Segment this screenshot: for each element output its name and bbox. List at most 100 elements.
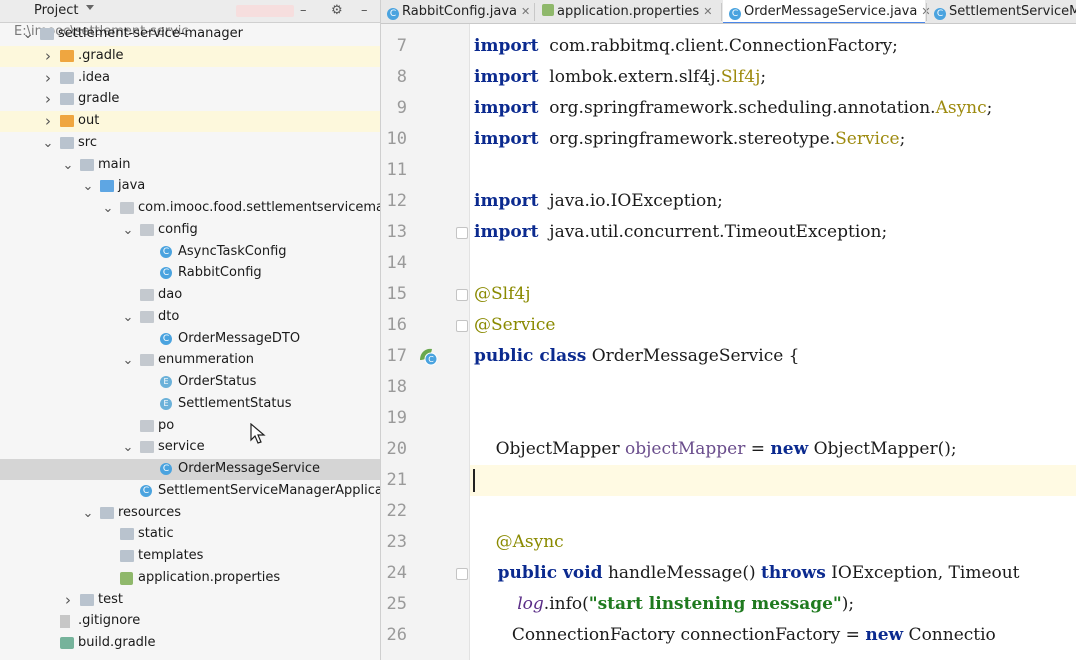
tree-item[interactable]: › gradle [0,89,380,110]
chevron-right-icon[interactable]: › [62,590,74,611]
chevron-down-icon[interactable]: ⌄ [42,133,54,154]
code-line[interactable]: ConnectionFactory connectionFactory = ne… [474,620,996,651]
code-line[interactable]: public class OrderMessageService { [474,341,800,372]
tree-item[interactable]: ⌄ src [0,133,380,154]
editor-tab[interactable]: C RabbitConfig.java ✕ [381,0,533,23]
editor-tab[interactable]: COrderMessageService.java✕ [723,0,931,23]
chevron-down-icon[interactable]: ⌄ [122,307,134,328]
tree-item[interactable]: ⌄ enummeration [0,350,380,371]
fold-start-icon[interactable] [456,568,468,580]
chevron-right-icon[interactable]: › [42,68,54,89]
tree-item[interactable]: › .gradle [0,46,380,67]
gear-icon[interactable]: ⚙ [331,2,343,20]
code-line[interactable]: import org.springframework.stereotype.Se… [474,124,905,155]
tree-item-label: dto [158,309,180,324]
close-icon[interactable]: ✕ [521,5,530,18]
code-token: lombok.extern.slf4j. [538,67,721,87]
tree-item[interactable]: templates [0,546,380,567]
tab-separator [721,3,722,21]
tree-item[interactable]: static [0,524,380,545]
chevron-right-icon[interactable]: › [42,46,54,67]
chevron-right-icon[interactable]: › [42,89,54,110]
fold-end-icon[interactable] [456,320,468,332]
chevron-down-icon[interactable]: ⌄ [122,220,134,241]
code-line[interactable]: @Service [474,310,555,341]
line-number: 21 [386,470,407,490]
chevron-down-icon[interactable]: ⌄ [122,437,134,458]
tree-item[interactable]: › test [0,590,380,611]
tree-item[interactable]: ⌄ service [0,437,380,458]
class-icon: C [387,8,399,20]
tree-item[interactable]: build.gradle [0,633,380,654]
editor-tab[interactable]: application.properties ✕ [536,0,720,23]
tree-item[interactable]: C AsyncTaskConfig [0,242,380,263]
spring-class-icon: C [140,485,152,497]
tree-item[interactable]: › .idea [0,68,380,89]
tab-label: RabbitConfig.java [402,4,518,19]
tree-item[interactable]: ⌄ resources [0,503,380,524]
tree-item[interactable]: dao [0,285,380,306]
line-number: 14 [386,253,407,273]
code-line[interactable]: log.info("start linstening message"); [474,589,854,620]
tree-item[interactable]: po [0,416,380,437]
chevron-down-icon[interactable]: ⌄ [122,350,134,371]
hide-panel-icon[interactable]: – [361,2,368,20]
tree-item[interactable]: ⌄ settlement-service-manager E:\imooc\sett… [0,24,380,45]
close-icon[interactable]: ✕ [703,5,712,18]
tab-separator [534,3,535,21]
code-token: Service [835,129,900,149]
editor-tab[interactable]: C SettlementServiceMa [928,0,1076,23]
code-line[interactable]: public void handleMessage() throws IOExc… [474,558,1020,589]
line-number: 17 [386,346,407,366]
tree-item-label: .gradle [78,48,124,63]
tree-item[interactable]: C RabbitConfig [0,263,380,284]
chevron-right-icon[interactable]: › [42,111,54,132]
code-line[interactable]: import org.springframework.scheduling.an… [474,93,992,124]
tree-item[interactable]: ⌄ com.imooc.food.settlementservicemanage [0,198,380,219]
code-line[interactable]: @Slf4j [474,279,530,310]
chevron-down-icon[interactable]: ⌄ [62,155,74,176]
tab-separator [926,3,927,21]
code-line[interactable]: import java.util.concurrent.TimeoutExcep… [474,217,887,248]
svg-text:C: C [428,355,434,364]
folder-blue-icon [100,180,114,192]
class-icon: C [160,333,172,345]
tree-item[interactable]: ⌄ java [0,176,380,197]
code-token: throws [761,563,826,583]
chevron-down-icon[interactable]: ⌄ [102,198,114,219]
tree-item[interactable]: ⌄ main [0,155,380,176]
code-token: import [474,129,539,149]
tree-item-label: com.imooc.food.settlementservicemanage [138,200,380,215]
tree-item[interactable]: application.properties [0,568,380,589]
line-number: 18 [386,377,407,397]
tree-item[interactable]: C OrderMessageService [0,459,380,480]
line-number: 10 [386,129,407,149]
project-view-selector[interactable]: Project [34,3,78,18]
tree-item[interactable]: E SettlementStatus [0,394,380,415]
code-line[interactable]: import com.rabbitmq.client.ConnectionFac… [474,31,898,62]
code-token: .info( [543,594,589,614]
code-line[interactable]: import java.io.IOException; [474,186,723,217]
chevron-down-icon[interactable] [86,5,94,10]
code-token: public class [474,346,587,366]
tree-item[interactable]: C OrderMessageDTO [0,329,380,350]
code-line[interactable]: ObjectMapper objectMapper = new ObjectMa… [474,434,957,465]
code-line[interactable]: @Async [474,527,564,558]
code-line[interactable]: import lombok.extern.slf4j.Slf4j; [474,62,766,93]
fold-end-icon[interactable] [456,227,468,239]
line-number: 19 [386,408,407,428]
tree-item[interactable]: E OrderStatus [0,372,380,393]
collapse-all-icon[interactable]: – [300,2,307,20]
tree-item[interactable]: ⌄ dto [0,307,380,328]
chevron-down-icon[interactable]: ⌄ [82,176,94,197]
tree-item[interactable]: C SettlementServiceManagerApplication [0,481,380,502]
fold-start-icon[interactable] [456,289,468,301]
tree-item[interactable]: ⌄ config [0,220,380,241]
tree-item[interactable]: .gitignore [0,611,380,632]
chevron-down-icon[interactable]: ⌄ [22,24,34,45]
spring-bean-icon[interactable]: C [418,346,438,366]
folder-icon [60,93,74,105]
line-number: 22 [386,501,407,521]
tree-item[interactable]: › out [0,111,380,132]
chevron-down-icon[interactable]: ⌄ [82,503,94,524]
